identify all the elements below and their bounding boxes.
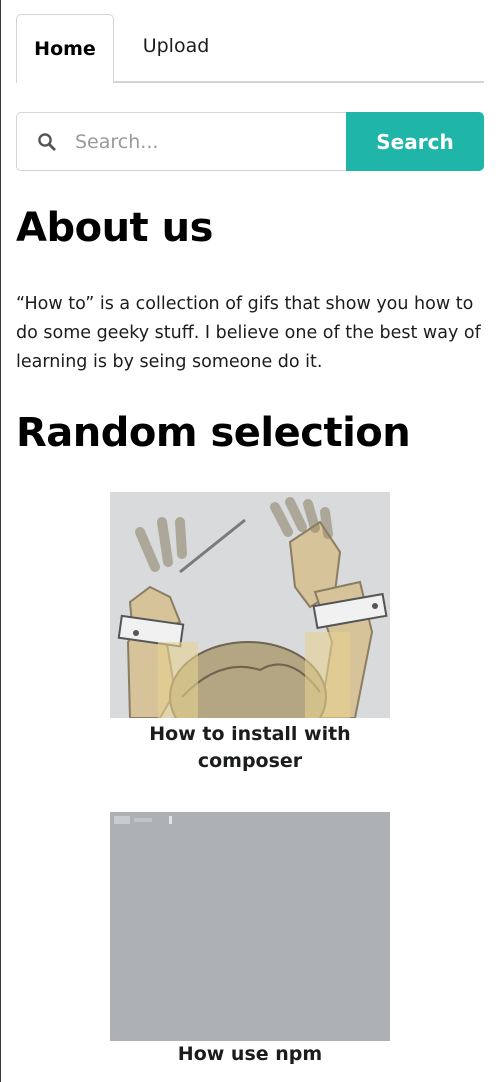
- search-input[interactable]: [75, 125, 335, 159]
- window-border: [0, 0, 1, 1082]
- gif-title-composer[interactable]: How to install with composer: [110, 721, 390, 775]
- gif-thumbnail-composer[interactable]: [110, 492, 390, 718]
- tab-home[interactable]: Home: [16, 14, 114, 83]
- search-icon: [38, 133, 56, 151]
- gif-thumbnail-npm[interactable]: [110, 812, 390, 1041]
- search-button[interactable]: Search: [346, 112, 484, 171]
- search-bar: Search: [16, 112, 484, 171]
- tab-upload[interactable]: Upload: [134, 12, 218, 79]
- gif-title-npm[interactable]: How use npm: [110, 1041, 390, 1068]
- about-text: “How to” is a collection of gifs that sh…: [16, 294, 481, 372]
- conductor-illustration: [110, 492, 390, 718]
- terminal-tab-icon: [114, 816, 172, 824]
- random-selection-heading: Random selection: [16, 410, 411, 456]
- about-heading: About us: [16, 205, 213, 251]
- search-field[interactable]: [16, 112, 347, 171]
- tab-bar: Home Upload: [16, 14, 484, 83]
